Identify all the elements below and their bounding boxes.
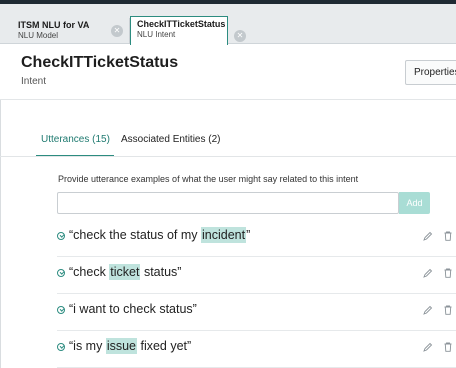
- add-button[interactable]: Add: [399, 192, 430, 214]
- entity-highlight[interactable]: issue: [105, 338, 137, 354]
- tab-title: ITSM NLU for VA: [18, 20, 90, 30]
- pencil-icon[interactable]: [423, 268, 433, 278]
- trash-icon[interactable]: [444, 305, 452, 315]
- tab-utterances[interactable]: Utterances (15): [41, 134, 110, 145]
- panel-edge: [0, 100, 1, 368]
- utterance-text: “check the status of my incident”: [69, 227, 251, 243]
- entity-highlight[interactable]: ticket: [109, 264, 141, 280]
- page-title: CheckITTicketStatus: [21, 54, 179, 71]
- trash-icon[interactable]: [444, 268, 452, 278]
- tab-subtitle: NLU Model: [18, 31, 59, 40]
- check-circle-icon: [57, 232, 65, 240]
- close-icon[interactable]: ✕: [111, 25, 123, 37]
- properties-button[interactable]: Properties: [405, 60, 456, 85]
- utterance-input[interactable]: [57, 192, 399, 214]
- trash-icon[interactable]: [444, 231, 452, 241]
- utterance-list: “check the status of my incident” “check…: [57, 220, 456, 368]
- tab-subtitle: NLU Intent: [137, 30, 176, 39]
- tab-associated-entities[interactable]: Associated Entities (2): [121, 134, 221, 145]
- page-subtitle: Intent: [21, 76, 47, 87]
- check-circle-icon: [57, 343, 65, 351]
- pencil-icon[interactable]: [423, 231, 433, 241]
- utterance-text: “i want to check status”: [69, 302, 197, 316]
- list-item[interactable]: “i want to check status”: [57, 294, 456, 331]
- tab-itsm-nlu[interactable]: ITSM NLU for VA NLU Model ✕: [14, 18, 130, 44]
- list-item[interactable]: “is my issue fixed yet”: [57, 331, 456, 368]
- close-icon[interactable]: ✕: [234, 30, 246, 42]
- tab-strip: ITSM NLU for VA NLU Model ✕ CheckITTicke…: [0, 4, 456, 46]
- divider: [0, 156, 456, 157]
- entity-highlight[interactable]: incident: [201, 227, 247, 243]
- tab-title: CheckITTicketStatus: [137, 19, 226, 29]
- utterance-hint: Provide utterance examples of what the u…: [58, 174, 359, 184]
- utterance-text: “check ticket status”: [69, 264, 182, 280]
- tab-check-it-ticket-status[interactable]: CheckITTicketStatus NLU Intent: [130, 16, 228, 46]
- pencil-icon[interactable]: [423, 342, 433, 352]
- utterance-text: “is my issue fixed yet”: [69, 338, 192, 354]
- trash-icon[interactable]: [444, 342, 452, 352]
- check-circle-icon: [57, 306, 65, 314]
- list-item[interactable]: “check the status of my incident”: [57, 220, 456, 257]
- pencil-icon[interactable]: [423, 305, 433, 315]
- list-item[interactable]: “check ticket status”: [57, 257, 456, 294]
- check-circle-icon: [57, 269, 65, 277]
- page-header: CheckITTicketStatus Intent Properties: [0, 45, 456, 100]
